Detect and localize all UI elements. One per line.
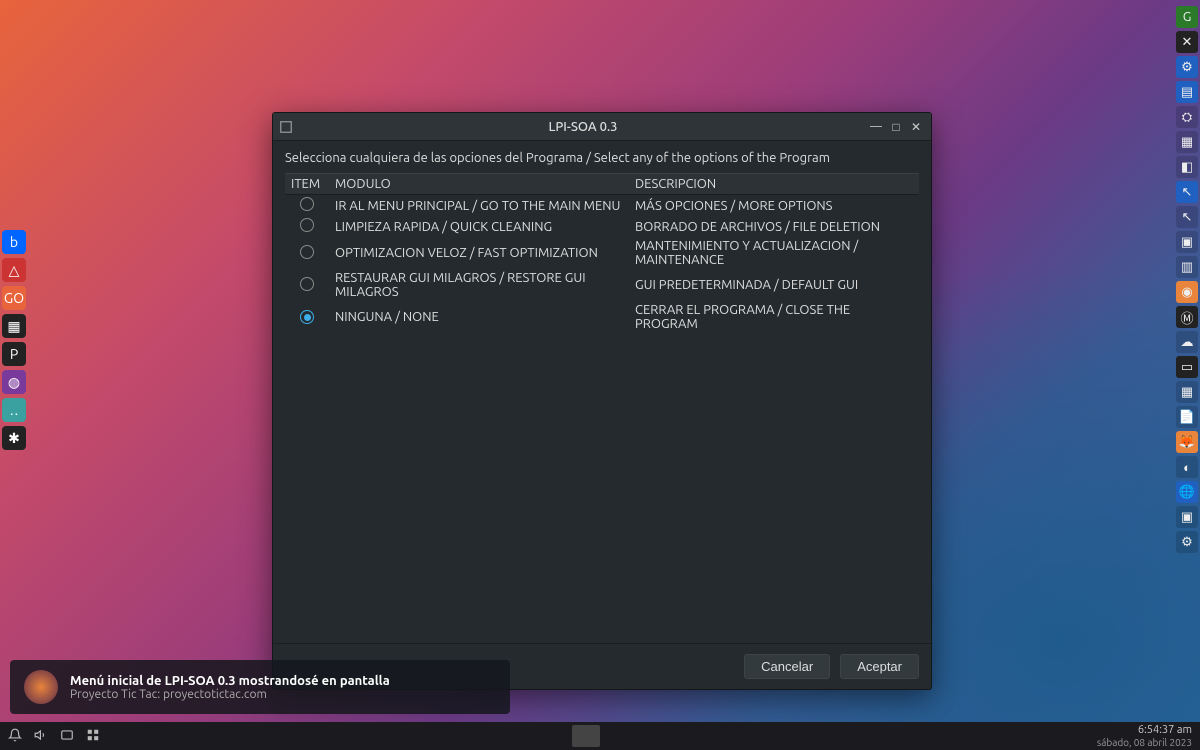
tray-icon[interactable]: G	[1176, 6, 1198, 28]
radio-option[interactable]	[300, 310, 314, 324]
toast-app-icon	[24, 670, 58, 704]
titlebar[interactable]: LPI-SOA 0.3 — □ ✕	[273, 113, 931, 141]
option-descripcion: GUI PREDETERMINADA / DEFAULT GUI	[629, 269, 919, 301]
options-table: ITEM MODULO DESCRIPCION IR AL MENU PRINC…	[285, 173, 919, 333]
tray-icon[interactable]: ▭	[1176, 356, 1198, 378]
dock-app-icon[interactable]: GO	[2, 286, 26, 310]
tray-icon[interactable]: ↖	[1176, 181, 1198, 203]
toast-title: Menú inicial de LPI-SOA 0.3 mostrandosé …	[70, 674, 390, 688]
option-row[interactable]: LIMPIEZA RAPIDA / QUICK CLEANINGBORRADO …	[285, 216, 919, 237]
dock-app-icon[interactable]: P	[2, 342, 26, 366]
apps-icon[interactable]	[86, 728, 100, 745]
dock-app-icon[interactable]: △	[2, 258, 26, 282]
col-header-descripcion[interactable]: DESCRIPCION	[629, 174, 919, 195]
cancel-button[interactable]: Cancelar	[744, 654, 830, 679]
option-descripcion: MANTENIMIENTO Y ACTUALIZACION / MAINTENA…	[629, 237, 919, 269]
notification-toast[interactable]: Menú inicial de LPI-SOA 0.3 mostrandosé …	[10, 660, 510, 714]
tray-icon[interactable]: ▥	[1176, 256, 1198, 278]
dock-app-icon[interactable]: b	[2, 230, 26, 254]
dock-app-icon[interactable]: ▦	[2, 314, 26, 338]
tray-icon[interactable]: ▤	[1176, 81, 1198, 103]
tray-icon[interactable]: ⚙	[1176, 531, 1198, 553]
tray-icon[interactable]: ⛭	[1176, 106, 1198, 128]
tray-icon[interactable]: 🦊	[1176, 431, 1198, 453]
option-descripcion: CERRAR EL PROGRAMA / CLOSE THE PROGRAM	[629, 301, 919, 333]
right-tray: G ✕ ⚙ ▤ ⛭ ▦ ◧ ↖ ↖ ▣ ▥ ◉ Ⓜ ☁ ▭ ▦ 📄 🦊 ◐ 🌐 ▣ ⚙	[1176, 6, 1198, 553]
tray-icon[interactable]: ◐	[1176, 456, 1198, 478]
dock-app-icon[interactable]: ◍	[2, 370, 26, 394]
left-dock: b △ GO ▦ P ◍ ‥ ✱	[2, 230, 26, 450]
maximize-button[interactable]: □	[887, 118, 905, 136]
tray-icon[interactable]: ◉	[1176, 281, 1198, 303]
tray-icon[interactable]: ▣	[1176, 506, 1198, 528]
radio-option[interactable]	[300, 245, 314, 259]
option-row[interactable]: OPTIMIZACION VELOZ / FAST OPTIMIZATIONMA…	[285, 237, 919, 269]
col-header-modulo[interactable]: MODULO	[329, 174, 629, 195]
tray-icon[interactable]: ↖	[1176, 206, 1198, 228]
tray-icon[interactable]: 🌐	[1176, 481, 1198, 503]
option-descripcion: BORRADO DE ARCHIVOS / FILE DELETION	[629, 216, 919, 237]
toast-subtitle: Proyecto Tic Tac: proyectotictac.com	[70, 688, 390, 701]
tray-icon[interactable]: Ⓜ	[1176, 306, 1198, 328]
minimize-button[interactable]: —	[867, 118, 885, 136]
radio-option[interactable]	[300, 197, 314, 211]
option-row[interactable]: RESTAURAR GUI MILAGROS / RESTORE GUI MIL…	[285, 269, 919, 301]
close-button[interactable]: ✕	[907, 118, 925, 136]
tray-icon[interactable]: ▣	[1176, 231, 1198, 253]
option-row[interactable]: IR AL MENU PRINCIPAL / GO TO THE MAIN ME…	[285, 195, 919, 217]
option-row[interactable]: NINGUNA / NONECERRAR EL PROGRAMA / CLOSE…	[285, 301, 919, 333]
tray-icon[interactable]: ▦	[1176, 131, 1198, 153]
accept-button[interactable]: Aceptar	[840, 654, 919, 679]
dock-app-icon[interactable]: ✱	[2, 426, 26, 450]
volume-icon[interactable]	[34, 728, 48, 745]
tray-icon[interactable]: 📄	[1176, 406, 1198, 428]
dialog-instruction: Selecciona cualquiera de las opciones de…	[285, 151, 919, 165]
radio-option[interactable]	[300, 218, 314, 232]
radio-option[interactable]	[300, 277, 314, 291]
option-modulo: IR AL MENU PRINCIPAL / GO TO THE MAIN ME…	[329, 195, 629, 217]
tray-icon[interactable]: ☁	[1176, 331, 1198, 353]
dialog-window: LPI-SOA 0.3 — □ ✕ Selecciona cualquiera …	[272, 112, 932, 690]
tray-icon[interactable]: ⚙	[1176, 56, 1198, 78]
option-modulo: RESTAURAR GUI MILAGROS / RESTORE GUI MIL…	[329, 269, 629, 301]
option-modulo: LIMPIEZA RAPIDA / QUICK CLEANING	[329, 216, 629, 237]
bottom-panel: 6:54:37 am sábado, 08 abril 2023	[0, 722, 1200, 750]
dock-app-icon[interactable]: ‥	[2, 398, 26, 422]
notifications-icon[interactable]	[8, 728, 22, 745]
col-header-item[interactable]: ITEM	[285, 174, 329, 195]
taskbar-app-item[interactable]	[572, 725, 600, 747]
option-descripcion: MÁS OPCIONES / MORE OPTIONS	[629, 195, 919, 217]
option-modulo: NINGUNA / NONE	[329, 301, 629, 333]
window-title: LPI-SOA 0.3	[299, 120, 867, 134]
app-icon	[279, 120, 293, 134]
clock[interactable]: 6:54:37 am sábado, 08 abril 2023	[1097, 724, 1192, 747]
tray-icon[interactable]: ✕	[1176, 31, 1198, 53]
tray-icon[interactable]: ▦	[1176, 381, 1198, 403]
tray-icon[interactable]: ◧	[1176, 156, 1198, 178]
option-modulo: OPTIMIZACION VELOZ / FAST OPTIMIZATION	[329, 237, 629, 269]
workspace-icon[interactable]	[60, 728, 74, 745]
